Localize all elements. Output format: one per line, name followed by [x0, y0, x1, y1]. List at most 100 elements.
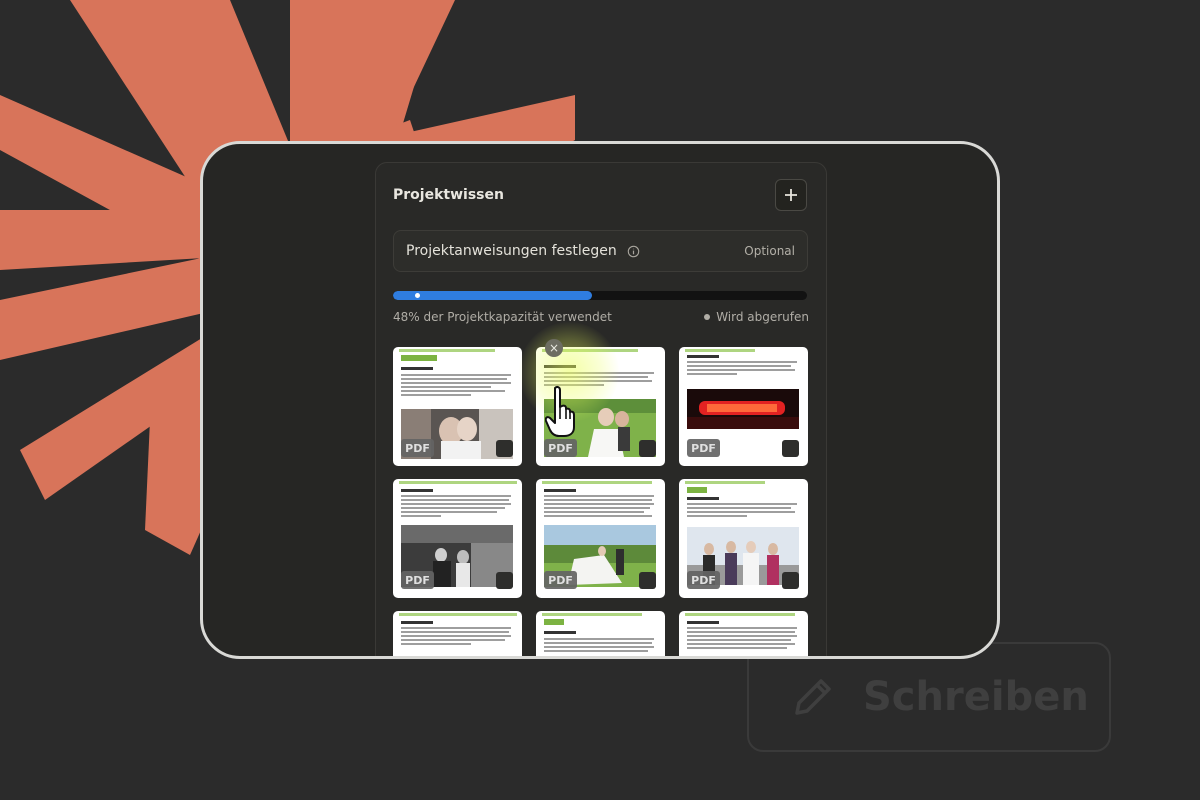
file-card[interactable]: PDF [679, 347, 808, 466]
text-line [687, 647, 787, 649]
text-line [401, 495, 511, 497]
card-header-strip [685, 613, 795, 616]
card-title-line [544, 631, 576, 634]
card-checkbox[interactable] [782, 572, 799, 589]
write-button-label: Schreiben [863, 674, 1089, 720]
card-checkbox[interactable] [782, 440, 799, 457]
text-line [401, 394, 471, 396]
text-line [687, 639, 791, 641]
hand-pointer-icon [545, 385, 575, 437]
card-title-line [401, 367, 433, 370]
pdf-badge: PDF [544, 571, 577, 589]
capacity-bar [393, 291, 807, 300]
project-knowledge-panel: Projektwissen Projektanweisungen festleg… [375, 162, 827, 656]
text-line [544, 372, 654, 374]
file-card[interactable] [679, 611, 808, 656]
text-line [401, 631, 509, 633]
card-tag [544, 619, 564, 625]
card-title-line [544, 489, 576, 492]
card-title-line [401, 489, 433, 492]
text-line [401, 515, 441, 517]
text-line [401, 511, 497, 513]
remove-file-button[interactable]: × [545, 339, 563, 357]
status-dot-icon [704, 314, 711, 320]
project-instructions-row[interactable]: Projektanweisungen festlegen Optional [393, 230, 808, 272]
card-title-line [687, 497, 719, 500]
card-header-strip [399, 481, 517, 484]
capacity-status-label: Wird abgerufen [716, 310, 809, 324]
text-line [544, 376, 648, 378]
text-line [401, 507, 505, 509]
text-line [687, 511, 795, 513]
card-header-strip [399, 613, 517, 616]
text-line [544, 495, 654, 497]
card-tag [687, 487, 707, 493]
file-card[interactable]: PDF [393, 479, 522, 598]
text-line [544, 515, 652, 517]
text-line [687, 361, 797, 363]
text-line [544, 503, 654, 505]
panel-title: Projektwissen [393, 187, 504, 203]
close-icon: × [548, 341, 560, 355]
text-line [544, 499, 652, 501]
pdf-badge: PDF [687, 571, 720, 589]
text-line [544, 642, 652, 644]
card-title-line [687, 355, 719, 358]
text-line [687, 507, 791, 509]
text-line [401, 643, 471, 645]
file-card[interactable]: PDF [393, 347, 522, 466]
text-line [544, 380, 652, 382]
text-line [544, 511, 644, 513]
text-line [544, 507, 650, 509]
pdf-badge: PDF [687, 439, 720, 457]
text-line [687, 369, 795, 371]
text-line [687, 635, 797, 637]
project-instructions-label: Projektanweisungen festlegen [406, 243, 617, 259]
text-line [401, 499, 509, 501]
card-header-strip [399, 349, 495, 352]
card-title-line [687, 621, 719, 624]
text-line [401, 627, 511, 629]
plus-icon [785, 189, 797, 201]
card-photo [687, 389, 799, 429]
text-line [687, 365, 791, 367]
file-card[interactable]: PDF [536, 479, 665, 598]
capacity-bar-fill [393, 291, 592, 300]
card-title-line [544, 365, 576, 368]
pdf-badge: PDF [544, 439, 577, 457]
card-header-strip [685, 481, 765, 484]
text-line [687, 503, 797, 505]
card-checkbox[interactable] [496, 440, 513, 457]
text-line [401, 386, 491, 388]
capacity-text: 48% der Projektkapazität verwendet [393, 310, 612, 324]
app-window-frame: Projektwissen Projektanweisungen festleg… [200, 141, 1000, 659]
text-line [401, 639, 505, 641]
file-card[interactable] [393, 611, 522, 656]
text-line [401, 503, 511, 505]
card-header-strip [685, 349, 755, 352]
capacity-bar-marker [415, 293, 420, 298]
file-card[interactable] [536, 611, 665, 656]
card-checkbox[interactable] [496, 572, 513, 589]
text-line [687, 627, 797, 629]
text-line [401, 635, 511, 637]
card-tag [401, 355, 437, 361]
text-line [401, 374, 511, 376]
file-card[interactable]: PDF [679, 479, 808, 598]
card-checkbox[interactable] [639, 572, 656, 589]
text-line [687, 631, 795, 633]
pdf-badge: PDF [401, 439, 434, 457]
text-line [687, 373, 737, 375]
card-header-strip [542, 481, 652, 484]
pdf-badge: PDF [401, 571, 434, 589]
card-header-strip [542, 613, 642, 616]
text-line [544, 650, 648, 652]
info-icon [627, 245, 640, 257]
card-checkbox[interactable] [639, 440, 656, 457]
pencil-icon [795, 679, 831, 715]
text-line [544, 646, 654, 648]
add-knowledge-button[interactable] [775, 179, 807, 211]
text-line [687, 643, 795, 645]
optional-label: Optional [744, 244, 795, 258]
text-line [401, 382, 511, 384]
